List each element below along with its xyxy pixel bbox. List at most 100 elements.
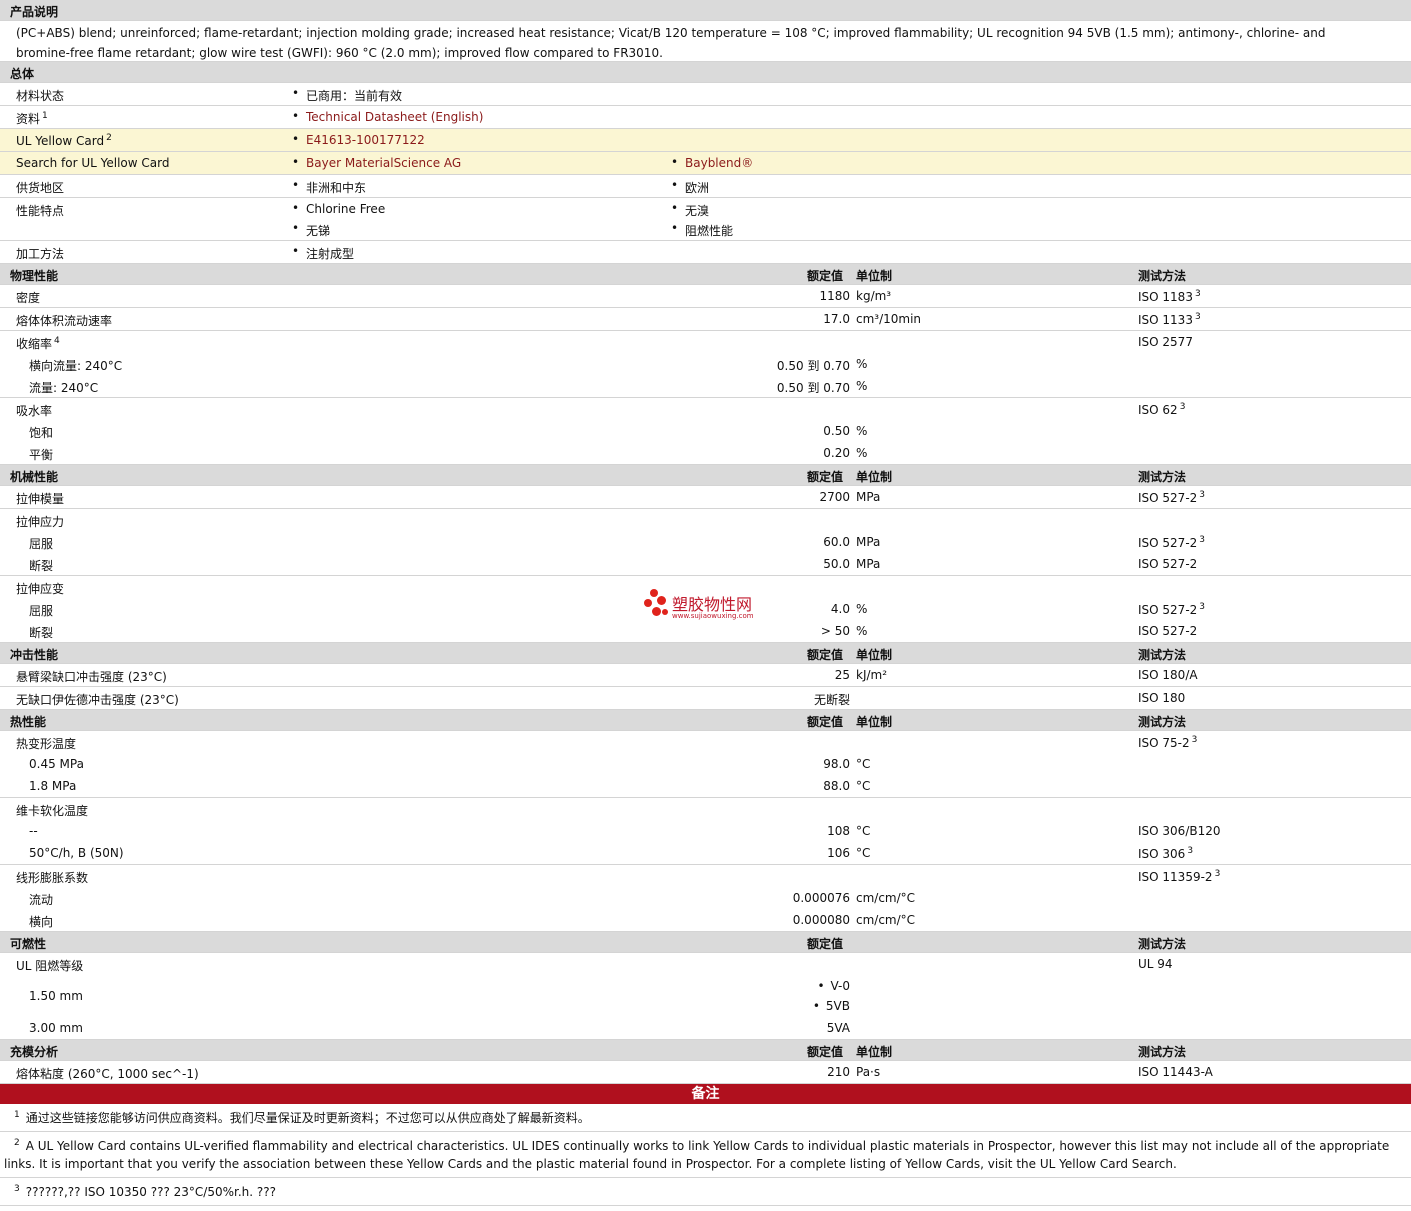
nominal-value: 0.50 (823, 424, 850, 438)
section-title: 冲击性能 (10, 648, 59, 662)
row-processing-method: 加工方法 • 注射成型 (0, 241, 1411, 264)
row-vicat: 维卡软化温度 (0, 798, 1411, 820)
bullet-item: • 阻燃性能 (671, 221, 734, 238)
column-method: 测试方法 (1138, 470, 1187, 484)
row-clte-flow: 流动 0.000076 cm/cm/°C (0, 887, 1411, 909)
bayer-materialscience-link[interactable]: Bayer MaterialScience AG (306, 156, 461, 170)
bullet-item: • 无锑 (292, 221, 331, 238)
unit: % (856, 424, 868, 438)
property-label: 性能特点 (16, 204, 65, 218)
test-method: ISO 11443-A (1138, 1065, 1213, 1079)
property-label: 1.8 MPa (29, 779, 77, 793)
row-mvr: 熔体体积流动速率 17.0 cm³/10min ISO 1133 3 (0, 308, 1411, 331)
property-label: 屈服 (29, 537, 54, 551)
row-vicat-2: 50°C/h, B (50N) 106 °C ISO 306 3 (0, 842, 1411, 865)
nominal-value: 5VA (826, 1021, 850, 1035)
column-unit: 单位制 (856, 648, 893, 662)
unit: cm/cm/°C (856, 891, 916, 905)
datasheet: 产品说明 (PC+ABS) blend; unreinforced; flame… (0, 0, 1411, 1211)
footnote: 2A UL Yellow Card contains UL-verified f… (0, 1132, 1411, 1178)
technical-datasheet-link[interactable]: Technical Datasheet (English) (306, 110, 483, 124)
nominal-value: 50.0 (823, 557, 850, 571)
bullet-item: • 欧洲 (671, 178, 710, 195)
property-label: 流量: 240°C (29, 381, 99, 395)
row-notched-impact: 悬臂梁缺口冲击强度 (23°C) 25 kJ/m² ISO 180/A (0, 664, 1411, 687)
property-label: 50°C/h, B (50N) (29, 846, 124, 860)
row-ul-yellow-card: UL Yellow Card 2 • E41613-100177122 (0, 129, 1411, 152)
watermark-url: www.sujiaowuxing.com (672, 612, 754, 620)
column-unit: 单位制 (856, 715, 893, 729)
section-header-physical: 物理性能 额定值 单位制 测试方法 (0, 264, 1411, 285)
row-unnotched-impact: 无缺口伊佐德冲击强度 (23°C) 无断裂 ISO 180 (0, 687, 1411, 710)
column-method: 测试方法 (1138, 648, 1187, 662)
nominal-value: 0.50 到 0.70 (776, 381, 850, 395)
row-water-saturation: 饱和 0.50 % (0, 420, 1411, 442)
property-label: 拉伸应力 (16, 515, 65, 529)
row-hdt-18: 1.8 MPa 88.0 °C (0, 775, 1411, 798)
section-title: 可燃性 (10, 937, 47, 951)
column-method: 测试方法 (1138, 1045, 1187, 1059)
unit: MPa (856, 557, 881, 571)
section-title: 总体 (10, 67, 35, 81)
test-method: ISO 527-2 (1138, 624, 1198, 638)
property-label: 悬臂梁缺口冲击强度 (23°C) (16, 670, 167, 684)
unit: % (856, 602, 868, 616)
logo-dot (644, 599, 652, 607)
unit: % (856, 379, 868, 393)
unit: °C (856, 757, 871, 771)
nominal-value: 108 (827, 824, 850, 838)
unit: % (856, 624, 868, 638)
property-label: UL Yellow Card 2 (16, 133, 112, 148)
property-label: 资料 1 (16, 111, 48, 126)
section-header-filling: 充模分析 额定值 单位制 测试方法 (0, 1040, 1411, 1061)
logo-dot (662, 609, 668, 615)
nominal-value: 17.0 (823, 312, 850, 326)
unit: MPa (856, 490, 881, 504)
nominal-value: 25 (834, 668, 850, 682)
property-label: 0.45 MPa (29, 757, 84, 771)
row-tensile-stress: 拉伸应力 (0, 509, 1411, 531)
notes-header: 备注 (0, 1084, 1411, 1104)
column-nominal: 额定值 (807, 648, 844, 662)
section-header-description: 产品说明 (0, 0, 1411, 21)
row-material-status: 材料状态 • 已商用：当前有效 (0, 83, 1411, 106)
property-label: 密度 (16, 291, 41, 305)
unit: cm³/10min (856, 312, 922, 326)
row-hdt: 热变形温度 ISO 75-2 3 (0, 731, 1411, 753)
section-header-general: 总体 (0, 62, 1411, 83)
row-supply-region: 供货地区 • 非洲和中东 • 欧洲 (0, 175, 1411, 198)
property-label: 供货地区 (16, 181, 65, 195)
bullet-item: • 注射成型 (292, 244, 355, 261)
property-label: 流动 (29, 893, 54, 907)
test-method: ISO 527-2 3 (1138, 602, 1206, 617)
bullet-item: • Bayblend® (671, 155, 754, 170)
property-label: 断裂 (29, 626, 54, 640)
bayblend-link[interactable]: Bayblend® (685, 156, 753, 170)
row-density: 密度 1180 kg/m³ ISO 1183 3 (0, 285, 1411, 308)
property-label: 饱和 (29, 426, 54, 440)
row-ul-rating: UL 阻燃等级 UL 94 (0, 953, 1411, 975)
logo-dot (652, 607, 661, 616)
ul-yellow-card-link[interactable]: E41613-100177122 (306, 133, 425, 147)
test-method: ISO 306/B120 (1138, 824, 1221, 838)
nominal-value: 4.0 (830, 602, 850, 616)
unit: °C (856, 846, 871, 860)
row-hdt-045: 0.45 MPa 98.0 °C (0, 753, 1411, 775)
row-search-ul-yellow-card: Search for UL Yellow Card • Bayer Materia… (0, 152, 1411, 175)
property-label: 维卡软化温度 (16, 804, 89, 818)
test-method: ISO 1133 3 (1138, 312, 1201, 327)
unit: % (856, 446, 868, 460)
property-label: 热变形温度 (16, 737, 77, 751)
unit: MPa (856, 535, 881, 549)
unit: °C (856, 824, 871, 838)
row-shrinkage-transverse: 横向流量: 240°C 0.50 到 0.70 % (0, 353, 1411, 375)
nominal-value: 98.0 (823, 757, 850, 771)
nominal-value: 1180 (819, 289, 850, 303)
property-label: 横向 (29, 915, 54, 929)
unit: cm/cm/°C (856, 913, 916, 927)
footnote: 3??????,?? ISO 10350 ??? 23°C/50%r.h. ??… (0, 1178, 1411, 1206)
property-label: 横向流量: 240°C (29, 359, 123, 373)
column-method: 测试方法 (1138, 937, 1187, 951)
row-shrinkage: 收缩率 4 ISO 2577 (0, 331, 1411, 353)
logo-dot (650, 589, 658, 597)
